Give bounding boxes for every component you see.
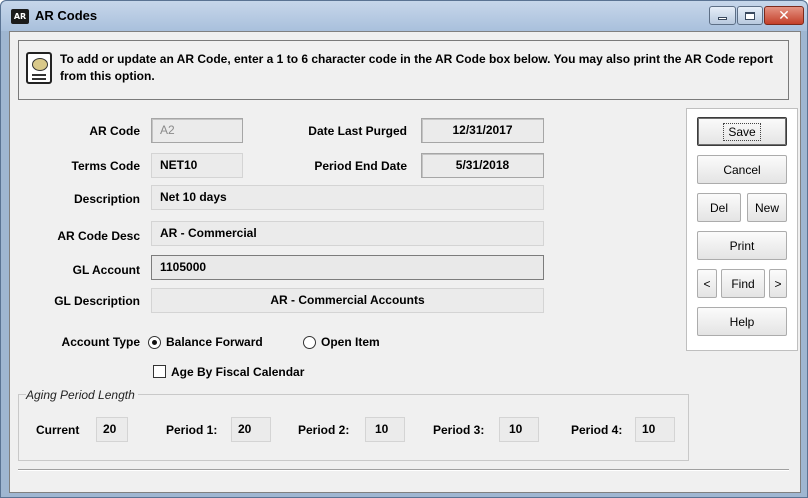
current-label: Current xyxy=(36,423,80,437)
period-1-field[interactable]: 20 xyxy=(231,417,271,442)
period-1-label: Period 1: xyxy=(166,423,218,437)
button-panel: Save Cancel Del New Print < Find > Help xyxy=(686,108,798,351)
aging-period-title: Aging Period Length xyxy=(26,388,138,402)
app-icon: AR xyxy=(11,9,29,24)
balance-forward-radio[interactable] xyxy=(148,336,161,349)
cancel-button[interactable]: Cancel xyxy=(697,155,787,184)
save-button-label: Save xyxy=(723,122,761,141)
gl-description-field: AR - Commercial Accounts xyxy=(151,288,544,313)
ar-codes-window: AR AR Codes ✕ To add or update an AR Cod… xyxy=(0,0,808,498)
save-button[interactable]: Save xyxy=(697,117,787,146)
bottom-separator xyxy=(18,469,789,471)
open-item-label[interactable]: Open Item xyxy=(321,335,380,349)
gl-description-label: GL Description xyxy=(54,294,140,308)
open-item-radio[interactable] xyxy=(303,336,316,349)
period-3-field[interactable]: 10 xyxy=(499,417,539,442)
help-button[interactable]: Help xyxy=(697,307,787,336)
new-button[interactable]: New xyxy=(747,193,787,222)
period-3-label: Period 3: xyxy=(433,423,485,437)
description-field[interactable]: Net 10 days xyxy=(151,185,544,210)
period-2-label: Period 2: xyxy=(298,423,350,437)
account-type-label: Account Type xyxy=(61,335,140,349)
ar-code-label: AR Code xyxy=(89,124,140,138)
document-icon xyxy=(26,52,52,84)
date-last-purged-field: 12/31/2017 xyxy=(421,118,544,143)
date-last-purged-label: Date Last Purged xyxy=(308,124,407,138)
window-title: AR Codes xyxy=(35,8,98,23)
period-2-field[interactable]: 10 xyxy=(365,417,405,442)
minimize-icon xyxy=(718,17,727,20)
dialog-body: To add or update an AR Code, enter a 1 t… xyxy=(9,31,801,493)
period-end-date-label: Period End Date xyxy=(314,159,407,173)
maximize-icon xyxy=(745,11,755,20)
find-previous-button[interactable]: < xyxy=(697,269,717,298)
gl-account-input[interactable]: 1105000 xyxy=(151,255,544,280)
minimize-button[interactable] xyxy=(709,6,736,25)
ar-code-desc-label: AR Code Desc xyxy=(57,229,140,243)
terms-code-field[interactable]: NET10 xyxy=(151,153,243,178)
find-button[interactable]: Find xyxy=(721,269,765,298)
period-4-label: Period 4: xyxy=(571,423,623,437)
terms-code-label: Terms Code xyxy=(71,159,140,173)
find-next-button[interactable]: > xyxy=(769,269,787,298)
ar-code-desc-field[interactable]: AR - Commercial xyxy=(151,221,544,246)
print-button[interactable]: Print xyxy=(697,231,787,260)
period-4-field[interactable]: 10 xyxy=(635,417,675,442)
current-field[interactable]: 20 xyxy=(96,417,128,442)
info-text: To add or update an AR Code, enter a 1 t… xyxy=(60,52,773,83)
age-by-fiscal-checkbox[interactable] xyxy=(153,365,166,378)
ar-code-input[interactable]: A2 xyxy=(151,118,243,143)
close-icon: ✕ xyxy=(778,7,790,24)
description-label: Description xyxy=(73,192,140,206)
maximize-button[interactable] xyxy=(737,6,763,25)
age-by-fiscal-label[interactable]: Age By Fiscal Calendar xyxy=(171,365,304,379)
delete-button[interactable]: Del xyxy=(697,193,741,222)
title-bar[interactable]: AR AR Codes ✕ xyxy=(1,1,807,31)
period-end-date-field: 5/31/2018 xyxy=(421,153,544,178)
info-panel: To add or update an AR Code, enter a 1 t… xyxy=(18,40,789,100)
gl-account-label: GL Account xyxy=(72,263,140,277)
close-button[interactable]: ✕ xyxy=(764,6,804,25)
balance-forward-label[interactable]: Balance Forward xyxy=(166,335,263,349)
